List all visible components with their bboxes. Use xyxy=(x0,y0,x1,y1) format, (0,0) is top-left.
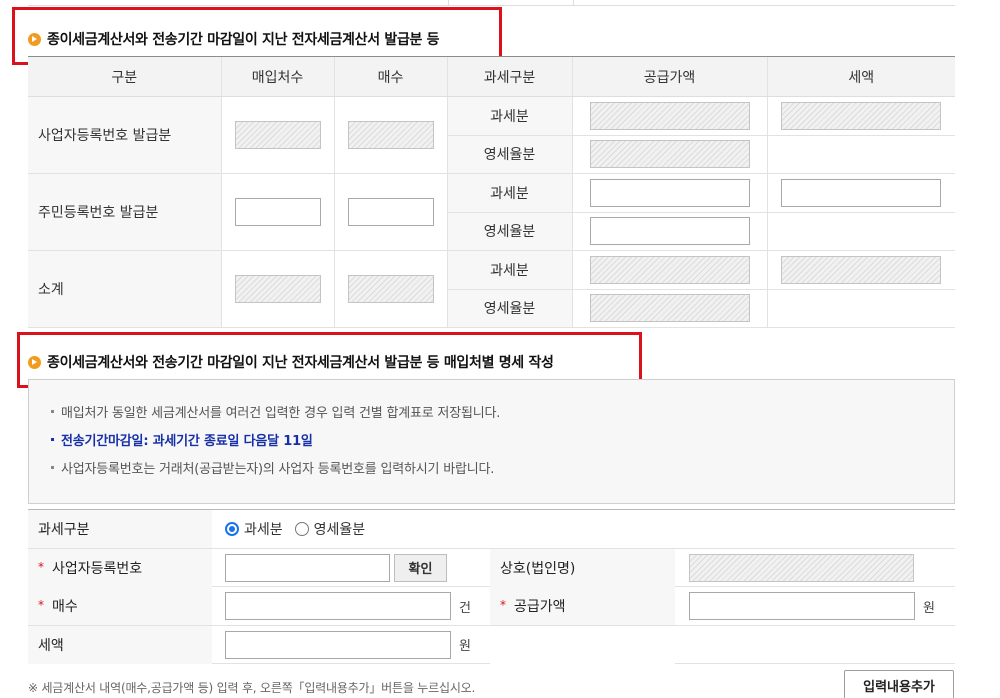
tax-unit: 원 xyxy=(459,639,471,654)
footnote: ※ 세금계산서 내역(매수,공급가액 등) 입력 후, 오른쪽「입력내용추가」버… xyxy=(28,681,476,695)
section1-title-text: 종이세금계산서와 전송기간 마감일이 지난 전자세금계산서 발급분 등 xyxy=(47,32,440,48)
tax-type-label: 과세분 xyxy=(446,96,572,136)
resident-zero-supply-input[interactable] xyxy=(589,217,750,246)
biz-zero-supply-field xyxy=(589,140,750,169)
form-row-tax-category: 과세구분 과세분 영세율분 xyxy=(28,510,955,549)
subtotal-vendor-count-field xyxy=(234,275,321,303)
header-tax-type: 과세구분 xyxy=(446,56,572,97)
radio-taxable[interactable]: 과세분 xyxy=(225,519,283,539)
tax-type-label: 영세율분 xyxy=(446,135,572,174)
table-row: 소계 과세분 xyxy=(28,250,955,328)
form-row-tax: 세액 원 xyxy=(28,625,955,664)
tax-amount-label: 세액 xyxy=(28,625,212,664)
company-name-label: 상호(법인명) xyxy=(490,548,675,587)
row-label-subtotal: 소계 xyxy=(28,250,221,328)
radio-unchecked-icon xyxy=(294,522,309,536)
header-category: 구분 xyxy=(28,56,221,97)
biz-no-input[interactable] xyxy=(225,553,390,582)
supply-amount-input[interactable] xyxy=(689,592,915,620)
notice-line: 사업자등록번호는 거래처(공급받는자)의 사업자 등록번호를 입력하시기 바랍니… xyxy=(51,458,494,477)
tax-type-label: 영세율분 xyxy=(446,289,572,328)
confirm-button[interactable]: 확인 xyxy=(394,553,447,582)
supply-amount-label: * 공급가액 xyxy=(490,587,675,625)
subtotal-taxable-supply-field xyxy=(589,255,750,284)
section1-title: 종이세금계산서와 전송기간 마감일이 지난 전자세금계산서 발급분 등 xyxy=(28,29,440,49)
supply-unit: 원 xyxy=(923,600,935,616)
table-row: 사업자등록번호 발급분 과세분 xyxy=(28,96,955,174)
tax-type-label: 영세율분 xyxy=(446,212,572,251)
section-bullet-icon xyxy=(28,32,41,46)
tax-type-label: 과세분 xyxy=(446,173,572,213)
biz-no-label: * 사업자등록번호 xyxy=(28,548,212,587)
header-supply-amount: 공급가액 xyxy=(571,56,767,97)
entry-form: 과세구분 과세분 영세율분 * 사업자등록번호 확인 상호(법인명) * 매수 건 … xyxy=(28,509,955,664)
biz-taxable-supply-field xyxy=(589,101,750,130)
subtotal-taxable-tax-field xyxy=(781,255,942,284)
resident-sheet-count-input[interactable] xyxy=(347,198,434,226)
section-bullet-icon xyxy=(28,355,41,369)
header-vendor-count: 매입처수 xyxy=(220,56,334,97)
form-row-count: * 매수 건 * 공급가액 원 xyxy=(28,587,955,626)
form-row-biz-no: * 사업자등록번호 확인 상호(법인명) xyxy=(28,548,955,587)
tax-type-label: 과세분 xyxy=(446,250,572,290)
notice-box: 매입처가 동일한 세금계산서를 여러건 입력한 경우 입력 건별 합계표로 저장… xyxy=(28,379,955,504)
count-label: * 매수 xyxy=(28,587,212,625)
biz-sheet-count-field xyxy=(347,121,434,149)
tax-category-radios: 과세분 영세율분 xyxy=(225,510,377,548)
radio-zero-rate[interactable]: 영세율분 xyxy=(294,519,365,539)
resident-taxable-tax-input[interactable] xyxy=(781,178,942,207)
notice-line-deadline: 전송기간마감일: 과세기간 종료일 다음달 11일 xyxy=(51,430,313,449)
previous-table-bottom xyxy=(28,0,955,6)
section2-title: 종이세금계산서와 전송기간 마감일이 지난 전자세금계산서 발급분 등 매입처별… xyxy=(28,352,554,372)
table-row: 주민등록번호 발급분 과세분 xyxy=(28,173,955,251)
row-label-resident-no: 주민등록번호 발급분 xyxy=(28,173,221,251)
count-unit: 건 xyxy=(459,600,471,616)
resident-vendor-count-input[interactable] xyxy=(234,198,321,226)
tax-category-label: 과세구분 xyxy=(28,510,212,548)
section2-title-text: 종이세금계산서와 전송기간 마감일이 지난 전자세금계산서 발급분 등 매입처별… xyxy=(47,355,554,371)
notice-line: 매입처가 동일한 세금계산서를 여러건 입력한 경우 입력 건별 합계표로 저장… xyxy=(51,402,500,421)
summary-header-row: 구분 매입처수 매수 과세구분 공급가액 세액 xyxy=(28,56,955,97)
company-name-field xyxy=(689,553,914,582)
tax-amount-input[interactable] xyxy=(225,630,451,659)
count-input[interactable] xyxy=(225,592,451,620)
resident-taxable-supply-input[interactable] xyxy=(589,178,750,207)
radio-checked-icon xyxy=(225,522,239,536)
biz-vendor-count-field xyxy=(234,121,321,149)
row-label-biz-no: 사업자등록번호 발급분 xyxy=(28,96,221,174)
add-entry-button[interactable]: 입력내용추가 xyxy=(844,670,954,698)
subtotal-sheet-count-field xyxy=(347,275,434,303)
subtotal-zero-supply-field xyxy=(589,294,750,323)
summary-table: 구분 매입처수 매수 과세구분 공급가액 세액 사업자등록번호 발급분 과세분 … xyxy=(28,56,955,328)
header-tax-amount: 세액 xyxy=(766,56,955,97)
biz-taxable-tax-field xyxy=(781,101,942,130)
header-sheet-count: 매수 xyxy=(333,56,447,97)
